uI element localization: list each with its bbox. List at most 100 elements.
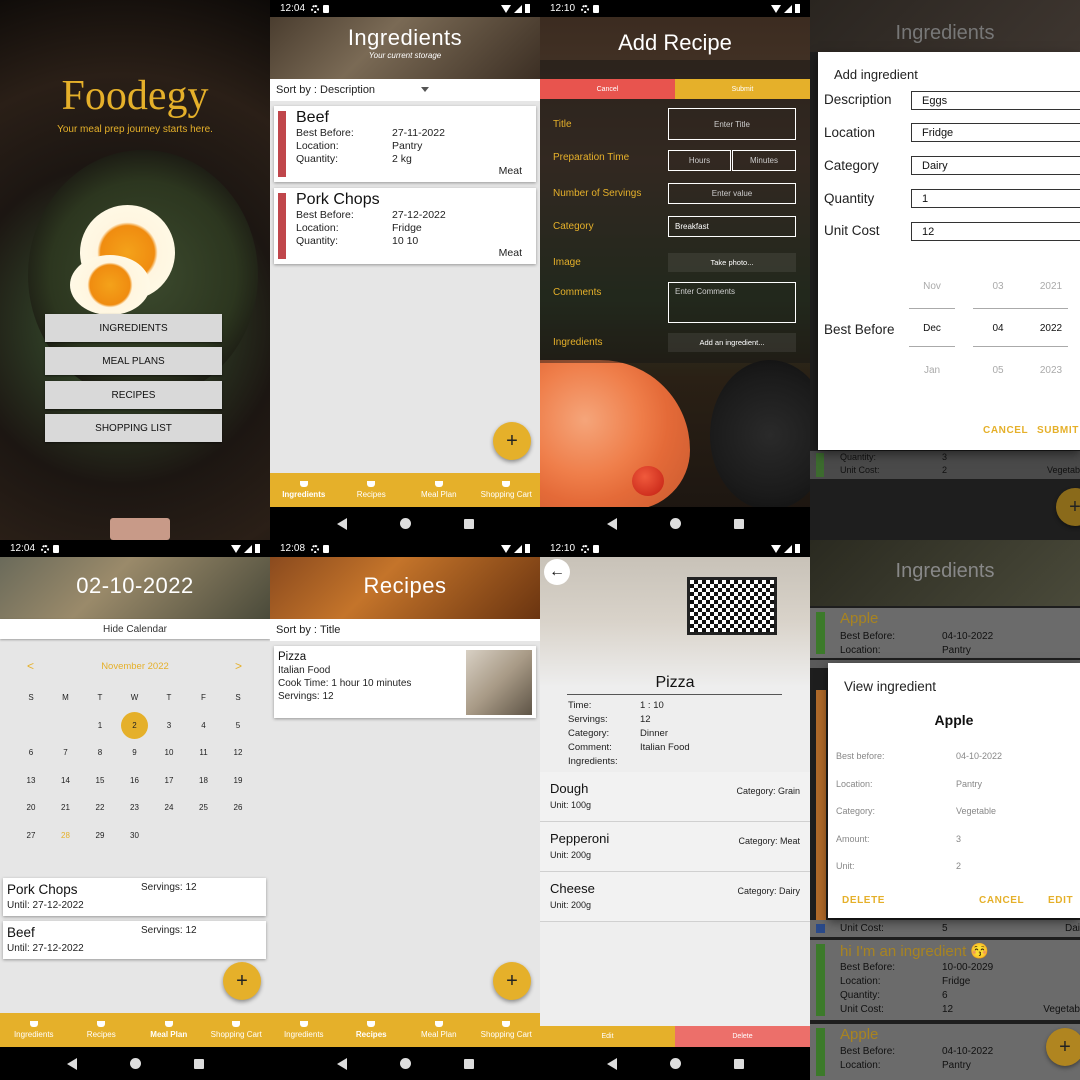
calendar-day[interactable]: 28 (55, 829, 77, 843)
back-icon[interactable] (606, 1057, 617, 1070)
nav-recipes[interactable]: Recipes (338, 1013, 406, 1047)
home-icon[interactable] (399, 1058, 411, 1069)
meal-card[interactable]: Pork Chops Until: 27-12-2022 Servings: 1… (3, 878, 266, 916)
calendar-day[interactable]: 25 (193, 801, 215, 815)
description-input[interactable]: Eggs (911, 91, 1080, 110)
calendar-day[interactable]: 19 (227, 774, 249, 788)
calendar-day[interactable]: 5 (227, 719, 249, 733)
calendar-day[interactable]: 10 (158, 746, 180, 760)
add-ingredient-button[interactable]: Add an ingredient... (668, 333, 796, 352)
recents-icon[interactable] (193, 1058, 204, 1069)
month-picker-next[interactable]: Jan (914, 365, 950, 376)
ingredients-button[interactable]: INGREDIENTS (45, 314, 222, 342)
servings-input[interactable]: Enter value (668, 183, 796, 204)
back-icon[interactable] (336, 517, 347, 530)
year-picker-next[interactable]: 2023 (1031, 365, 1071, 376)
nav-shopping-cart[interactable]: Shopping Cart (203, 1013, 271, 1047)
chevron-down-icon[interactable] (421, 87, 429, 92)
calendar-day[interactable]: 6 (20, 746, 42, 760)
year-picker-prev[interactable]: 2021 (1031, 281, 1071, 292)
sort-value[interactable]: Description (320, 84, 375, 96)
calendar-day[interactable]: 9 (124, 746, 146, 760)
meal-plans-button[interactable]: MEAL PLANS (45, 347, 222, 375)
calendar-day[interactable]: 16 (124, 774, 146, 788)
calendar-day[interactable]: 29 (89, 829, 111, 843)
delete-button[interactable]: DELETE (842, 895, 885, 906)
sort-bar[interactable]: Sort by : Title (270, 619, 540, 641)
home-icon[interactable] (399, 518, 411, 529)
hide-calendar-button[interactable]: Hide Calendar (0, 619, 270, 639)
nav-recipes[interactable]: Recipes (338, 473, 406, 507)
category-select[interactable]: Breakfast (668, 216, 796, 237)
day-picker-next[interactable]: 05 (978, 365, 1018, 376)
back-icon[interactable] (336, 1057, 347, 1070)
nav-meal-plan[interactable]: Meal Plan (405, 473, 473, 507)
calendar-day[interactable]: 11 (193, 746, 215, 760)
ingredient-row[interactable]: Cheese Unit: 200g Category: Dairy (540, 872, 810, 922)
day-picker-prev[interactable]: 03 (978, 281, 1018, 292)
calendar-day[interactable]: 4 (193, 719, 215, 733)
calendar-day[interactable]: 8 (89, 746, 111, 760)
calendar-day[interactable]: 2 (121, 712, 148, 739)
title-input[interactable]: Enter Title (668, 108, 796, 140)
calendar-day[interactable]: 22 (89, 801, 111, 815)
hours-input[interactable]: Hours (668, 150, 731, 171)
year-picker-selected[interactable]: 2022 (1031, 323, 1071, 334)
sort-bar[interactable]: Sort by : Description (270, 79, 540, 101)
home-icon[interactable] (129, 1058, 141, 1069)
minutes-input[interactable]: Minutes (732, 150, 796, 171)
nav-ingredients[interactable]: Ingredients (270, 1013, 338, 1047)
calendar-day[interactable]: 12 (227, 746, 249, 760)
calendar-day[interactable]: 24 (158, 801, 180, 815)
ingredient-row[interactable]: Dough Unit: 100g Category: Grain (540, 772, 810, 822)
calendar-day[interactable]: 14 (55, 774, 77, 788)
ingredient-row[interactable]: Pepperoni Unit: 200g Category: Meat (540, 822, 810, 872)
calendar-day[interactable]: 30 (124, 829, 146, 843)
month-picker-selected[interactable]: Dec (914, 323, 950, 334)
month-picker-prev[interactable]: Nov (914, 281, 950, 292)
cancel-button[interactable]: Cancel (540, 79, 675, 99)
cancel-button[interactable]: CANCEL (979, 895, 1024, 906)
recents-icon[interactable] (733, 518, 744, 529)
edit-button[interactable]: EDIT (1048, 895, 1073, 906)
quantity-input[interactable]: 1 (911, 189, 1080, 208)
recents-icon[interactable] (463, 518, 474, 529)
add-recipe-fab[interactable]: + (493, 962, 531, 1000)
calendar-day[interactable]: 27 (20, 829, 42, 843)
add-meal-fab[interactable]: + (223, 962, 261, 1000)
edit-button[interactable]: Edit (540, 1026, 675, 1047)
recents-icon[interactable] (463, 1058, 474, 1069)
nav-shopping-cart[interactable]: Shopping Cart (473, 473, 541, 507)
home-icon[interactable] (669, 518, 681, 529)
day-picker-selected[interactable]: 04 (978, 323, 1018, 334)
calendar-day[interactable]: 20 (20, 801, 42, 815)
nav-ingredients[interactable]: Ingredients (270, 473, 338, 507)
calendar-day[interactable]: 7 (55, 746, 77, 760)
location-input[interactable]: Fridge (911, 123, 1080, 142)
calendar-day[interactable]: 3 (158, 719, 180, 733)
ingredient-card[interactable]: Pork Chops Best Before: 27-12-2022 Locat… (274, 188, 536, 264)
delete-button[interactable]: Delete (675, 1026, 810, 1047)
back-icon[interactable] (606, 517, 617, 530)
back-arrow-icon[interactable]: ← (544, 559, 570, 585)
calendar-day[interactable]: 18 (193, 774, 215, 788)
shopping-list-button[interactable]: SHOPPING LIST (45, 414, 222, 442)
back-icon[interactable] (66, 1057, 77, 1070)
nav-recipes[interactable]: Recipes (68, 1013, 136, 1047)
home-icon[interactable] (669, 1058, 681, 1069)
recents-icon[interactable] (733, 1058, 744, 1069)
calendar-day[interactable]: 26 (227, 801, 249, 815)
nav-shopping-cart[interactable]: Shopping Cart (473, 1013, 541, 1047)
calendar-day[interactable]: 17 (158, 774, 180, 788)
calendar-day[interactable]: 13 (20, 774, 42, 788)
add-fab[interactable]: + (1046, 1028, 1080, 1066)
calendar-day[interactable]: 1 (89, 719, 111, 733)
sort-value[interactable]: Title (320, 624, 340, 636)
cancel-button[interactable]: CANCEL (983, 425, 1028, 436)
next-month-arrow[interactable]: > (235, 659, 242, 673)
ingredient-card[interactable]: Beef Best Before: 27-11-2022 Location: P… (274, 106, 536, 182)
submit-button[interactable]: Submit (675, 79, 810, 99)
calendar-day[interactable]: 21 (55, 801, 77, 815)
nav-meal-plan[interactable]: Meal Plan (135, 1013, 203, 1047)
comments-input[interactable]: Enter Comments (668, 282, 796, 323)
